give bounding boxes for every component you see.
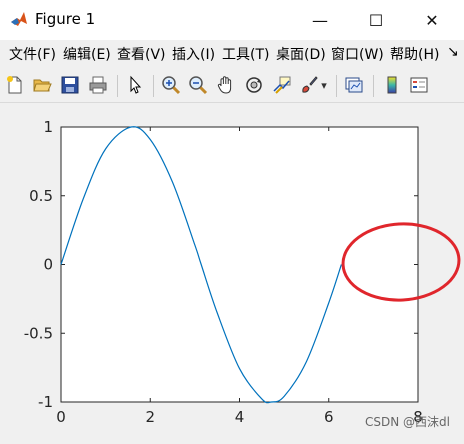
toolbar-separator <box>373 75 374 97</box>
menu-edit[interactable]: 编辑(E) <box>63 44 111 64</box>
menu-bar: 文件(F) 编辑(E) 查看(V) 插入(I) 工具(T) 桌面(D) 窗口(W… <box>0 40 464 68</box>
edit-pointer-icon[interactable] <box>124 73 148 97</box>
brush-dropdown-icon[interactable]: ▾ <box>318 73 330 97</box>
minimize-icon: — <box>312 10 328 30</box>
minimize-button[interactable]: — <box>292 0 348 40</box>
watermark: CSDN @西沫dl <box>365 415 450 429</box>
open-folder-icon[interactable] <box>30 73 54 97</box>
zoom-out-icon[interactable] <box>186 73 210 97</box>
figure-canvas: 0 2 4 6 8 1 0.5 0 -0.5 -1 CSDN @西沫dl <box>0 103 464 440</box>
link-plot-icon[interactable] <box>342 73 366 97</box>
data-cursor-icon[interactable] <box>270 73 294 97</box>
print-icon[interactable] <box>86 73 110 97</box>
pan-hand-icon[interactable] <box>214 73 238 97</box>
menu-file[interactable]: 文件(F) <box>9 44 56 64</box>
maximize-icon: ☐ <box>368 10 384 30</box>
rotate-3d-icon[interactable] <box>242 73 266 97</box>
menu-tools[interactable]: 工具(T) <box>222 44 269 64</box>
toolbar-separator <box>117 75 118 97</box>
close-icon: ✕ <box>425 10 439 30</box>
x-tick-label: 2 <box>145 408 155 426</box>
x-tick-label: 6 <box>324 408 334 426</box>
y-tick-label: 1 <box>43 118 53 136</box>
zoom-in-icon[interactable] <box>159 73 183 97</box>
line-plot[interactable]: 0 2 4 6 810.50-0.5-1 <box>0 103 464 440</box>
legend-icon[interactable] <box>407 73 431 97</box>
y-tick-label: 0.5 <box>29 187 53 205</box>
menu-overflow-icon[interactable]: ↘ <box>447 44 459 60</box>
menu-help[interactable]: 帮助(H) <box>390 44 439 64</box>
x-tick-label: 0 <box>56 408 66 426</box>
menu-window[interactable]: 窗口(W) <box>331 44 384 64</box>
toolbar-separator <box>336 75 337 97</box>
y-tick-label: -0.5 <box>24 324 53 342</box>
close-button[interactable]: ✕ <box>404 0 460 40</box>
menu-insert[interactable]: 插入(I) <box>172 44 215 64</box>
y-tick-label: -1 <box>38 393 53 411</box>
window-title: Figure 1 <box>35 10 96 28</box>
new-figure-icon[interactable] <box>3 73 27 97</box>
menu-desktop[interactable]: 桌面(D) <box>276 44 326 64</box>
toolbar: ▾ <box>0 68 464 103</box>
axes-box <box>60 126 419 403</box>
save-icon[interactable] <box>58 73 82 97</box>
menu-view[interactable]: 查看(V) <box>117 44 166 64</box>
maximize-button[interactable]: ☐ <box>348 0 404 40</box>
matlab-logo-icon <box>11 12 27 26</box>
x-tick-label: 4 <box>235 408 245 426</box>
toolbar-separator <box>153 75 154 97</box>
colorbar-icon[interactable] <box>380 73 404 97</box>
y-tick-label: 0 <box>43 256 53 274</box>
title-bar: Figure 1 — ☐ ✕ <box>0 0 464 40</box>
